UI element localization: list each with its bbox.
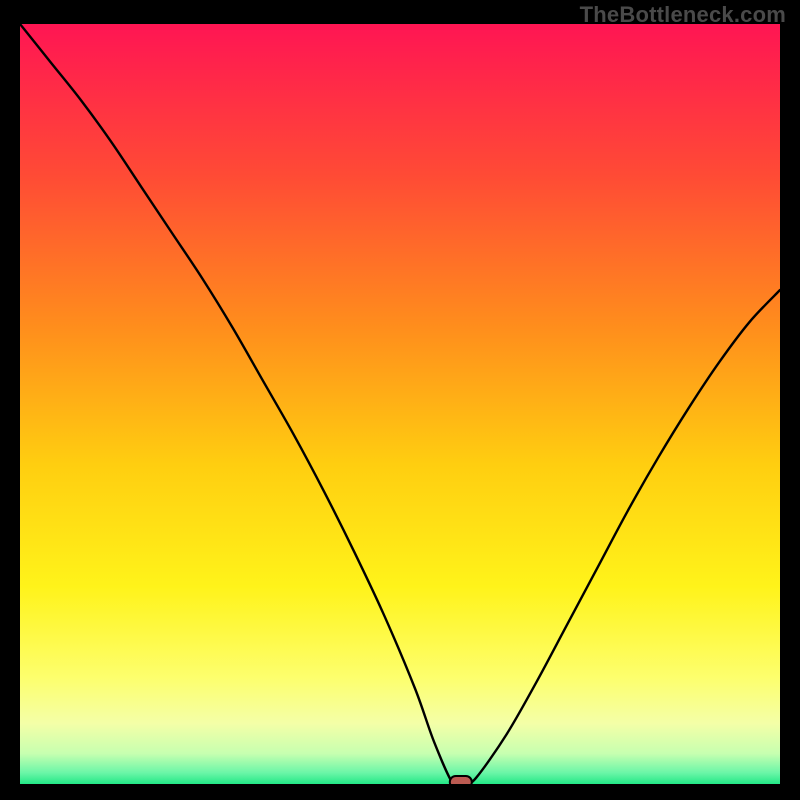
plot-background [20,24,780,784]
optimum-marker [450,776,472,784]
chart-frame: TheBottleneck.com [0,0,800,800]
plot-svg [20,24,780,784]
bottleneck-plot [20,24,780,784]
